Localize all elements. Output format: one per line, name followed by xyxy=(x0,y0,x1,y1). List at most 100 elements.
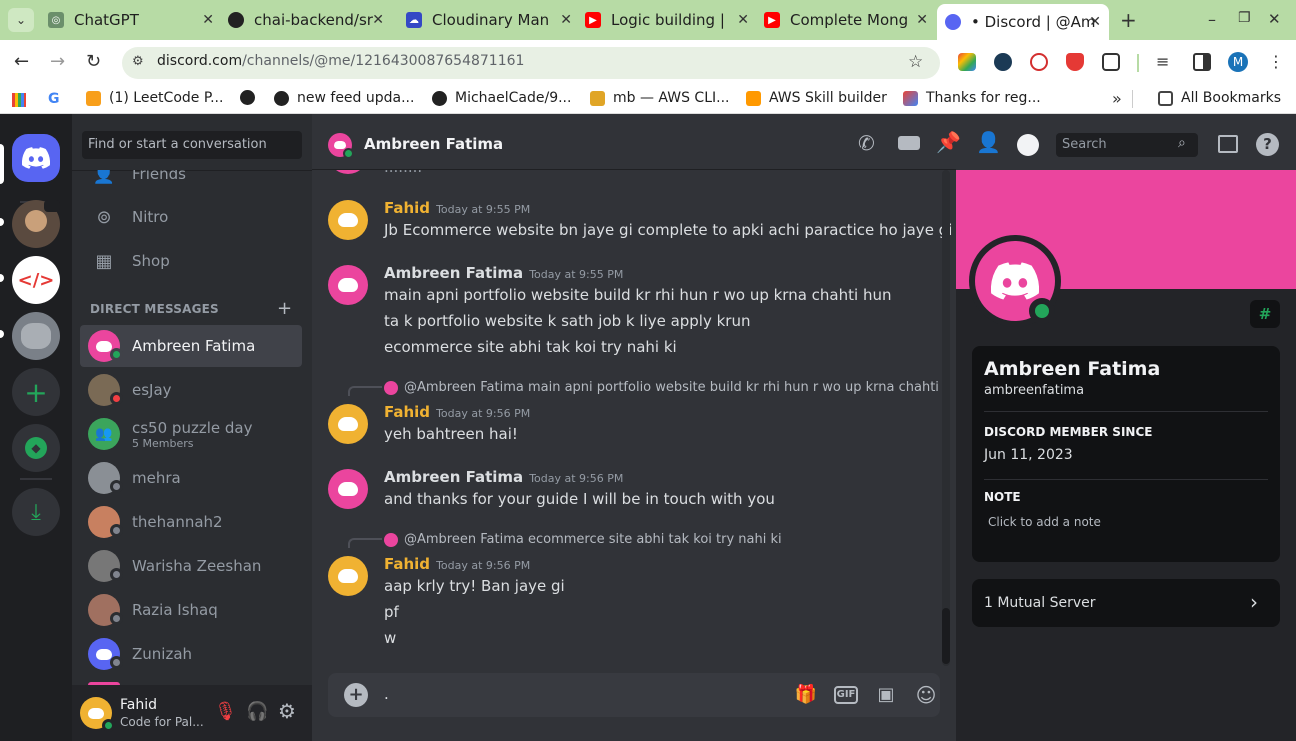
bookmark-github[interactable]: MichaelCade/9... xyxy=(432,90,571,106)
message-avatar[interactable] xyxy=(328,404,368,444)
author-name[interactable]: Ambreen Fatima xyxy=(384,264,523,282)
close-tab-icon[interactable]: ✕ xyxy=(560,12,572,28)
author-name[interactable]: Ambreen Fatima xyxy=(384,468,523,486)
dm-item-cs50[interactable]: 👥 cs50 puzzle day 5 Members xyxy=(80,413,302,455)
url-bar[interactable]: ⚙ discord.com/channels/@me/1216430087654… xyxy=(122,47,940,79)
apps-grid-icon[interactable] xyxy=(12,93,26,107)
site-info-icon[interactable]: ⚙ xyxy=(132,54,144,69)
browser-tab-youtube-mongo[interactable]: ▶ Complete Mong ✕ xyxy=(764,6,932,34)
bookmark-gmail[interactable]: Thanks for reg... xyxy=(903,90,1041,106)
pinned-messages-icon[interactable]: 📌 xyxy=(936,130,961,154)
message-author[interactable]: Fahid Today at 9:56 PM xyxy=(384,403,530,421)
minimize-icon[interactable]: – xyxy=(1208,10,1216,29)
reload-icon[interactable]: ↻ xyxy=(86,51,101,72)
dm-item-ambreen[interactable]: Ambreen Fatima xyxy=(80,325,302,367)
dm-item-thehannah2[interactable]: thehannah2 xyxy=(80,501,302,543)
extension-dark-icon[interactable] xyxy=(994,53,1012,71)
add-friend-dm-icon[interactable]: 👤 xyxy=(976,130,1001,154)
dm-item-warisha[interactable]: Warisha Zeeshan xyxy=(80,545,302,587)
close-tab-icon[interactable]: ✕ xyxy=(916,12,928,28)
direct-messages-home[interactable] xyxy=(12,134,60,182)
extension-eye-icon[interactable] xyxy=(1030,53,1048,71)
dm-item-razia[interactable]: Razia Ishaq xyxy=(80,589,302,631)
bookmark-aws-cli[interactable]: mb — AWS CLI... xyxy=(590,90,729,106)
message-author[interactable]: Ambreen Fatima Today at 9:55 PM xyxy=(384,264,623,282)
google-icon[interactable]: G xyxy=(48,91,60,107)
help-icon[interactable]: ? xyxy=(1256,133,1279,156)
dm-item-zunizah[interactable]: Zunizah xyxy=(80,633,302,675)
restore-icon[interactable]: ❐ xyxy=(1238,10,1251,26)
mute-mic-icon[interactable]: 🎙 xyxy=(214,701,237,722)
nav-friends[interactable]: 👤 Friends xyxy=(80,170,302,195)
chat-search-input[interactable]: Search ⌕ xyxy=(1056,133,1198,157)
gif-icon[interactable]: GIF xyxy=(834,686,858,704)
headphones-icon[interactable]: 🎧 xyxy=(246,701,268,722)
gift-icon[interactable]: 🎁 xyxy=(794,683,818,707)
voice-call-icon[interactable]: ✆ xyxy=(858,131,875,155)
emoji-icon[interactable]: ☺ xyxy=(914,683,938,707)
nav-nitro[interactable]: ⊚ Nitro xyxy=(80,196,302,238)
bookmark-aws-skill[interactable]: AWS Skill builder xyxy=(746,90,887,106)
download-apps-icon[interactable]: ⤓ xyxy=(12,488,60,536)
author-name[interactable]: Fahid xyxy=(384,555,430,573)
close-tab-icon[interactable]: ✕ xyxy=(202,12,214,28)
profile-avatar[interactable]: M xyxy=(1228,52,1248,72)
dm-item-esjay[interactable]: esJay xyxy=(80,369,302,411)
browser-tab-youtube-logic[interactable]: ▶ Logic building | ✕ xyxy=(585,6,753,34)
message-composer[interactable]: + . 🎁 GIF ▣ ☺ xyxy=(328,673,940,717)
add-server-icon[interactable]: + xyxy=(12,368,60,416)
create-dm-icon[interactable]: + xyxy=(277,298,292,319)
browser-tab-cloudinary[interactable]: ☁ Cloudinary Man ✕ xyxy=(406,6,576,34)
mutual-servers-button[interactable]: 1 Mutual Server › xyxy=(972,579,1280,627)
settings-gear-icon[interactable]: ⚙ xyxy=(278,699,296,723)
find-conversation-button[interactable]: Find or start a conversation xyxy=(82,131,302,159)
message-author[interactable]: Fahid Today at 9:55 PM xyxy=(384,199,530,217)
close-window-icon[interactable]: ✕ xyxy=(1268,10,1281,28)
side-panel-icon[interactable] xyxy=(1193,53,1211,71)
hashtag-badge-icon[interactable]: # xyxy=(1250,300,1280,328)
message-author[interactable]: Ambreen Fatima Today at 9:56 PM xyxy=(384,468,623,486)
chat-recipient-name[interactable]: Ambreen Fatima xyxy=(364,135,503,153)
message-avatar[interactable] xyxy=(328,469,368,509)
author-name[interactable]: Fahid xyxy=(384,403,430,421)
browser-menu-icon[interactable]: ⋮ xyxy=(1268,52,1284,71)
browser-tab-github[interactable]: chai-backend/sr ✕ xyxy=(228,6,388,34)
back-icon[interactable]: ← xyxy=(14,51,29,72)
message-input[interactable]: . xyxy=(384,685,389,703)
note-input[interactable]: Click to add a note xyxy=(988,515,1101,529)
message-avatar[interactable] xyxy=(328,556,368,596)
explore-servers-icon[interactable]: ◆ xyxy=(12,424,60,472)
browser-tab-chatgpt[interactable]: ◎ ChatGPT ✕ xyxy=(48,6,218,34)
reply-reference[interactable]: @Ambreen Fatima main apni portfolio webs… xyxy=(384,380,939,395)
extension-color-icon[interactable] xyxy=(958,53,976,71)
close-tab-icon[interactable]: ✕ xyxy=(1089,14,1101,30)
chat-scrollbar[interactable] xyxy=(942,170,950,666)
bookmark-globe[interactable] xyxy=(240,90,263,105)
message-avatar[interactable] xyxy=(328,265,368,305)
browser-tab-discord[interactable]: • Discord | @Am ✕ xyxy=(937,4,1109,40)
reply-reference[interactable]: @Ambreen Fatima ecommerce site abhi tak … xyxy=(384,532,782,547)
video-call-icon[interactable] xyxy=(898,136,920,150)
tab-search-icon[interactable]: ⌄ xyxy=(8,8,34,32)
forward-icon[interactable]: → xyxy=(50,51,65,72)
close-tab-icon[interactable]: ✕ xyxy=(737,12,749,28)
message-avatar[interactable] xyxy=(328,200,368,240)
sticker-icon[interactable]: ▣ xyxy=(874,683,898,707)
server-cat-avatar[interactable] xyxy=(12,312,60,360)
author-name[interactable]: Fahid xyxy=(384,199,430,217)
bookmark-feed[interactable]: new feed upda... xyxy=(274,90,414,106)
bookmark-leetcode[interactable]: (1) LeetCode P... xyxy=(86,90,223,106)
nav-shop[interactable]: ▦ Shop xyxy=(80,240,302,282)
all-bookmarks[interactable]: All Bookmarks xyxy=(1158,90,1281,106)
user-profile-toggle-icon[interactable] xyxy=(1017,134,1039,156)
dm-item-mehra[interactable]: mehra xyxy=(80,457,302,499)
inbox-icon[interactable] xyxy=(1218,135,1238,153)
message-author[interactable]: Fahid Today at 9:56 PM xyxy=(384,555,530,573)
close-tab-icon[interactable]: ✕ xyxy=(372,12,384,28)
bookmark-star-icon[interactable]: ☆ xyxy=(908,52,923,72)
more-bookmarks-icon[interactable]: » xyxy=(1112,89,1122,108)
scrollbar-thumb[interactable] xyxy=(942,608,950,664)
upload-plus-icon[interactable]: + xyxy=(344,683,368,707)
extensions-puzzle-icon[interactable] xyxy=(1102,53,1120,71)
server-code-icon[interactable]: </> xyxy=(12,256,60,304)
